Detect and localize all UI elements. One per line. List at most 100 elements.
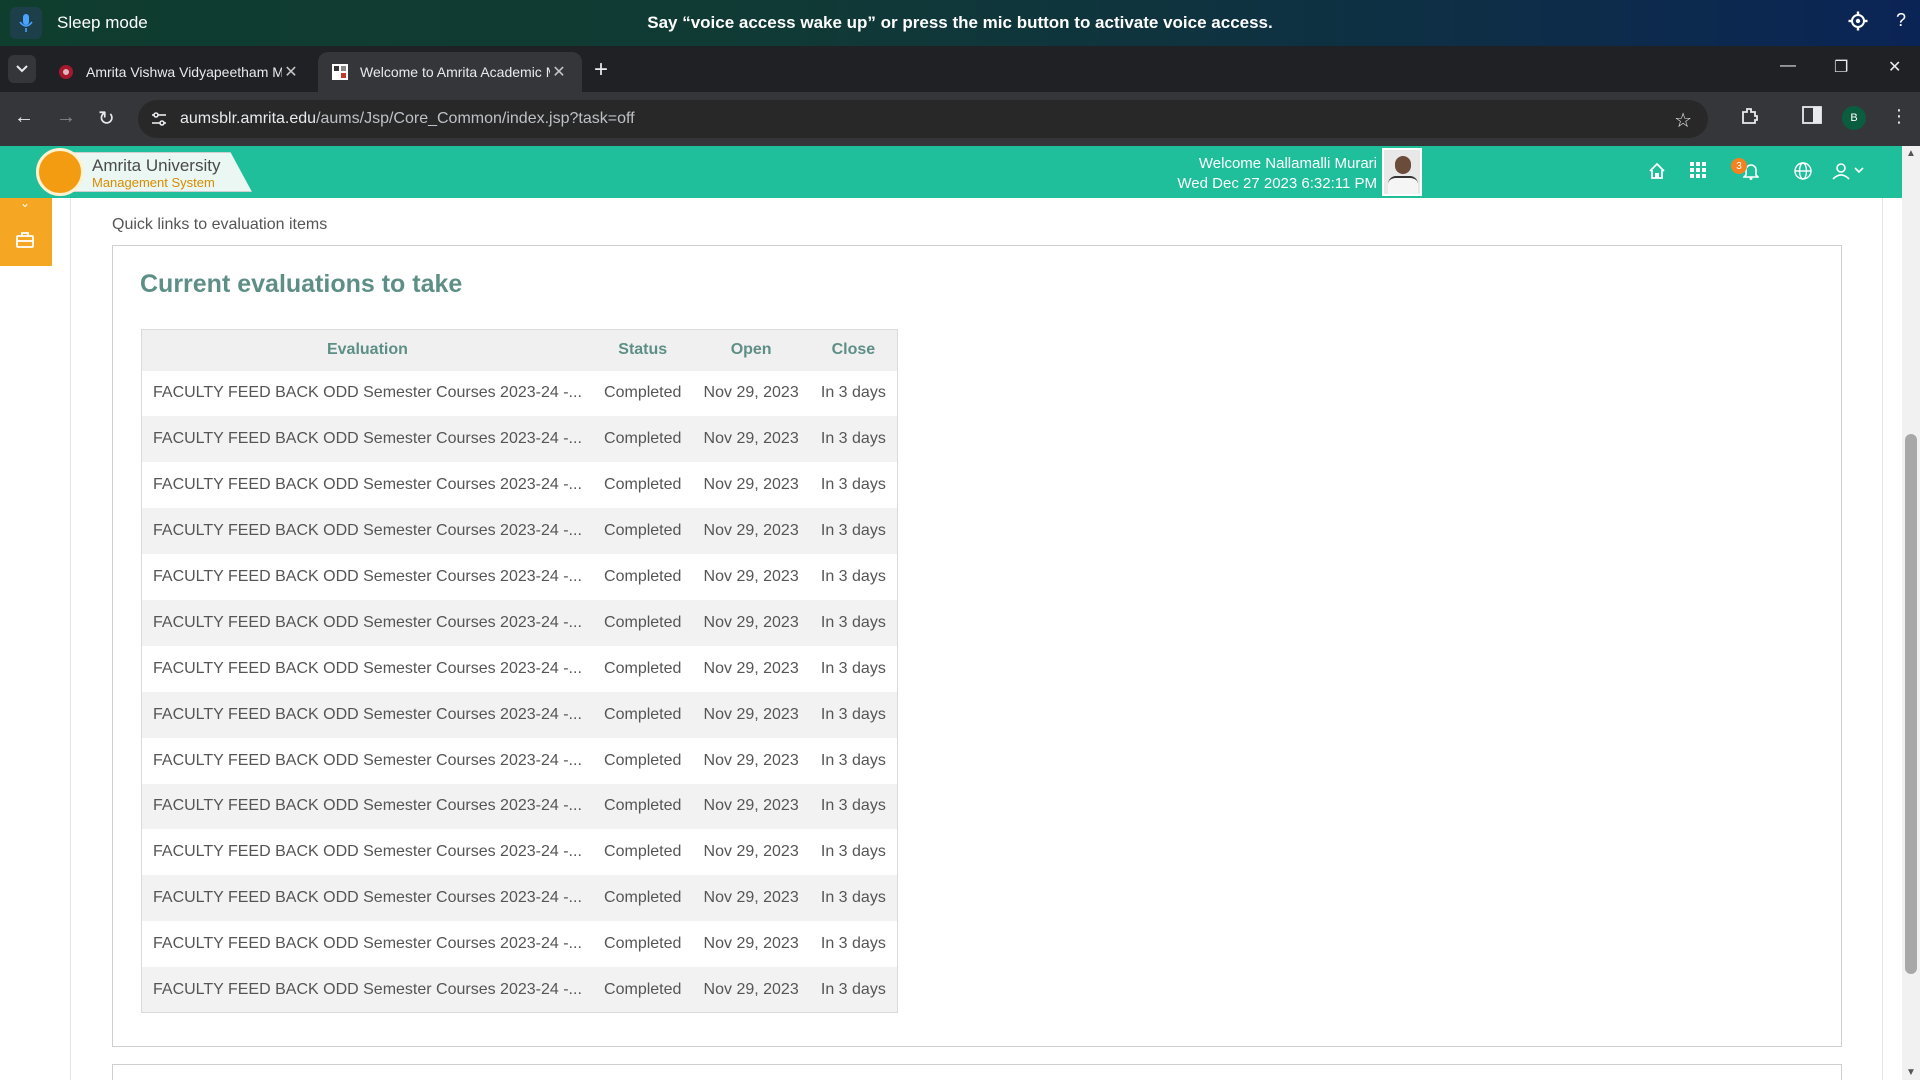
open-date-cell: Nov 29, 2023: [703, 476, 799, 494]
help-icon[interactable]: ?: [1896, 10, 1906, 31]
status-cell: Completed: [592, 783, 693, 830]
table-row[interactable]: FACULTY FEED BACK ODD Semester Courses 2…: [141, 416, 898, 463]
address-bar[interactable]: aumsblr.amrita.edu/aums/Jsp/Core_Common/…: [138, 100, 1708, 138]
side-menu-tab[interactable]: ⌄: [0, 196, 52, 266]
close-cell: In 3 days: [809, 416, 898, 463]
amrita-logo[interactable]: Amrita University Management System: [36, 148, 256, 196]
evaluation-cell[interactable]: FACULTY FEED BACK ODD Semester Courses 2…: [142, 921, 593, 967]
status-cell: Completed: [604, 843, 682, 861]
open-date-cell: Nov 29, 2023: [692, 783, 810, 830]
scroll-down-icon[interactable]: ▼: [1906, 1067, 1916, 1078]
status-cell: Completed: [592, 416, 693, 463]
home-icon[interactable]: [1648, 162, 1666, 185]
close-cell: In 3 days: [809, 875, 898, 922]
column-header-open[interactable]: Open: [692, 329, 810, 371]
table-row[interactable]: FACULTY FEED BACK ODD Semester Courses 2…: [142, 921, 898, 967]
close-cell: In 3 days: [809, 691, 898, 738]
tab-title: Welcome to Amrita Academic M: [360, 64, 550, 80]
scroll-up-icon[interactable]: ▲: [1906, 148, 1916, 159]
status-cell: Completed: [592, 599, 693, 646]
evaluation-cell[interactable]: FACULTY FEED BACK ODD Semester Courses 2…: [141, 967, 593, 1013]
photo-head: [1395, 156, 1411, 174]
menu-kebab-icon[interactable]: ⋮: [1890, 106, 1908, 127]
table-row[interactable]: FACULTY FEED BACK ODD Semester Courses 2…: [141, 783, 898, 830]
profile-avatar[interactable]: B: [1842, 106, 1866, 130]
gear-icon[interactable]: [1848, 11, 1868, 36]
restore-icon[interactable]: ❐: [1834, 57, 1848, 77]
open-date-cell: Nov 29, 2023: [703, 935, 799, 953]
table-row[interactable]: FACULTY FEED BACK ODD Semester Courses 2…: [142, 646, 898, 692]
close-cell: In 3 days: [809, 508, 898, 555]
back-icon[interactable]: ←: [14, 106, 34, 129]
evaluation-cell[interactable]: FACULTY FEED BACK ODD Semester Courses 2…: [141, 599, 593, 646]
table-row[interactable]: FACULTY FEED BACK ODD Semester Courses 2…: [141, 599, 898, 646]
table-row[interactable]: FACULTY FEED BACK ODD Semester Courses 2…: [142, 829, 898, 875]
status-cell: Completed: [592, 691, 693, 738]
aums-favicon-icon: [332, 64, 348, 80]
evaluation-cell[interactable]: FACULTY FEED BACK ODD Semester Courses 2…: [142, 371, 593, 417]
status-cell: Completed: [592, 875, 693, 922]
table-row[interactable]: FACULTY FEED BACK ODD Semester Courses 2…: [141, 875, 898, 922]
table-row[interactable]: FACULTY FEED BACK ODD Semester Courses 2…: [141, 967, 898, 1013]
browser-toolbar: ← → ↻ aumsblr.amrita.edu/aums/Jsp/Core_C…: [0, 92, 1920, 146]
chevron-down-icon[interactable]: ⌄: [20, 196, 30, 210]
logo-subtitle: Management System: [92, 175, 215, 190]
user-menu-icon[interactable]: [1832, 162, 1866, 185]
open-date-cell: Nov 29, 2023: [692, 875, 810, 922]
evaluation-cell[interactable]: FACULTY FEED BACK ODD Semester Courses 2…: [142, 554, 593, 600]
close-cell: In 3 days: [820, 843, 886, 861]
site-info-icon[interactable]: [150, 110, 168, 133]
grid-icon[interactable]: [1690, 162, 1706, 183]
status-cell: Completed: [592, 967, 693, 1013]
user-photo: [1382, 148, 1422, 196]
status-cell: Completed: [604, 751, 682, 769]
new-tab-button[interactable]: +: [594, 56, 608, 84]
bookmark-star-icon[interactable]: ☆: [1674, 108, 1692, 133]
column-header-evaluation[interactable]: Evaluation: [141, 329, 593, 371]
browser-tab-strip: Amrita Vishwa Vidyapeetham M ✕ Welcome t…: [0, 46, 1920, 92]
briefcase-icon[interactable]: [16, 232, 34, 253]
welcome-text: Welcome Nallamalli Murari: [1198, 155, 1377, 172]
extensions-icon[interactable]: [1740, 106, 1760, 131]
close-tab-icon[interactable]: ✕: [282, 62, 300, 82]
reload-icon[interactable]: ↻: [98, 106, 115, 131]
close-cell: In 3 days: [820, 935, 886, 953]
page-scrollbar[interactable]: ▲ ▼: [1902, 146, 1920, 1080]
evaluation-cell[interactable]: FACULTY FEED BACK ODD Semester Courses 2…: [142, 646, 593, 692]
evaluation-cell[interactable]: FACULTY FEED BACK ODD Semester Courses 2…: [141, 783, 593, 830]
close-cell: In 3 days: [820, 476, 886, 494]
table-body: FACULTY FEED BACK ODD Semester Courses 2…: [141, 371, 898, 1013]
evaluation-cell[interactable]: FACULTY FEED BACK ODD Semester Courses 2…: [141, 875, 593, 922]
minimize-icon[interactable]: —: [1780, 57, 1796, 75]
tab-search-icon[interactable]: [8, 55, 36, 83]
column-header-status[interactable]: Status: [592, 329, 693, 371]
close-cell: In 3 days: [809, 599, 898, 646]
scrollbar-thumb[interactable]: [1905, 434, 1917, 974]
table-row[interactable]: FACULTY FEED BACK ODD Semester Courses 2…: [142, 738, 898, 784]
evaluation-cell[interactable]: FACULTY FEED BACK ODD Semester Courses 2…: [141, 416, 593, 463]
table-row[interactable]: FACULTY FEED BACK ODD Semester Courses 2…: [141, 508, 898, 555]
close-tab-icon[interactable]: ✕: [550, 62, 568, 82]
close-cell: In 3 days: [809, 783, 898, 830]
close-window-icon[interactable]: ✕: [1888, 57, 1901, 77]
status-cell: Completed: [604, 568, 682, 585]
browser-tab-amrita-vidyapeetham[interactable]: Amrita Vishwa Vidyapeetham M ✕: [44, 52, 314, 92]
globe-icon[interactable]: [1794, 162, 1812, 185]
open-date-cell: Nov 29, 2023: [703, 843, 799, 861]
status-cell: Completed: [604, 659, 682, 677]
table-row[interactable]: FACULTY FEED BACK ODD Semester Courses 2…: [142, 371, 898, 417]
table-row[interactable]: FACULTY FEED BACK ODD Semester Courses 2…: [141, 691, 898, 738]
status-cell: Completed: [604, 476, 682, 494]
forward-icon[interactable]: →: [56, 106, 76, 129]
column-header-close[interactable]: Close: [809, 329, 898, 371]
table-row[interactable]: FACULTY FEED BACK ODD Semester Courses 2…: [142, 462, 898, 508]
evaluation-cell[interactable]: FACULTY FEED BACK ODD Semester Courses 2…: [142, 738, 593, 784]
side-panel-icon[interactable]: [1802, 106, 1822, 129]
url-text[interactable]: aumsblr.amrita.edu/aums/Jsp/Core_Common/…: [180, 110, 635, 128]
evaluation-cell[interactable]: FACULTY FEED BACK ODD Semester Courses 2…: [141, 508, 593, 555]
table-row[interactable]: FACULTY FEED BACK ODD Semester Courses 2…: [142, 554, 898, 600]
browser-tab-academic-management[interactable]: Welcome to Amrita Academic M ✕: [318, 52, 582, 92]
evaluation-cell[interactable]: FACULTY FEED BACK ODD Semester Courses 2…: [141, 691, 593, 738]
evaluation-cell[interactable]: FACULTY FEED BACK ODD Semester Courses 2…: [142, 462, 593, 508]
evaluation-cell[interactable]: FACULTY FEED BACK ODD Semester Courses 2…: [142, 829, 593, 875]
